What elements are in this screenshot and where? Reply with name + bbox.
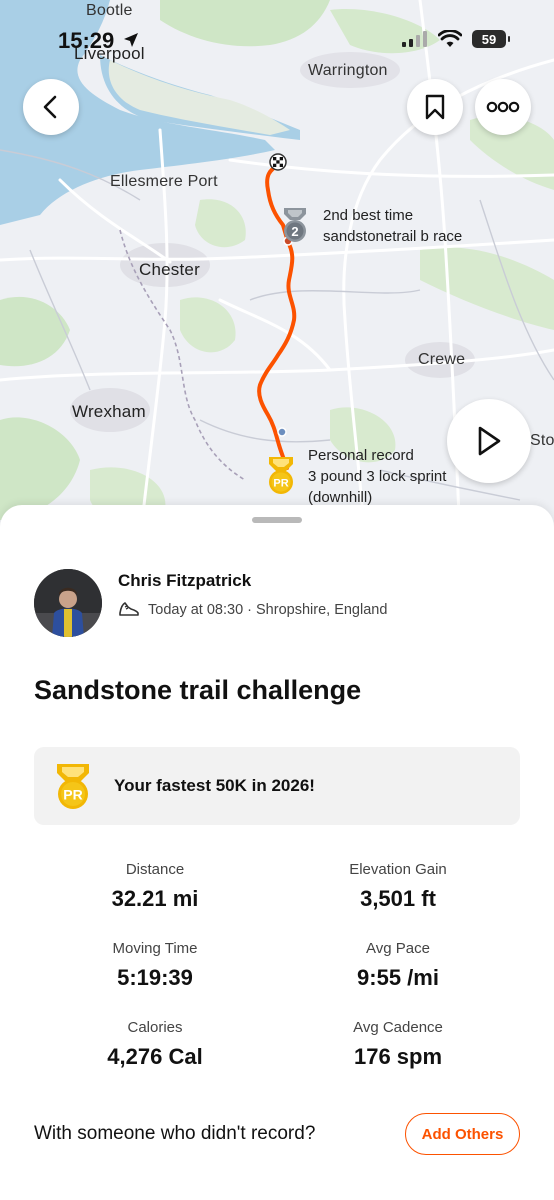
chevron-left-icon [43,95,57,119]
activity-meta: Today at 08:30 · Shropshire, England [118,601,387,619]
segment-rank-medal-icon[interactable]: 2 [279,206,311,244]
activity-title: Sandstone trail challenge [34,675,362,705]
pr-medal-icon: PR [57,764,89,809]
segment-pr-medal-icon[interactable]: PR [265,455,297,495]
stat-label: Distance [125,861,185,878]
wifi-icon [438,30,462,47]
segment-top-line2: sandstonetrail b race [323,228,463,245]
bookmark-button[interactable] [407,79,463,135]
run-shoe-icon [119,602,139,616]
segment-bottom-line2: 3 pound 3 lock sprint [308,468,447,485]
pr-achievement-text: Your fastest 50K in 2026! [114,776,315,795]
avatar-image [34,569,102,637]
stat-label: Avg Cadence [353,1019,443,1036]
stat-label: Avg Pace [366,940,430,957]
stat-value: 5:19:39 [117,965,193,990]
activity-meta-text: Today at 08:30 · Shropshire, England [148,602,388,618]
more-options-button[interactable] [475,79,531,135]
stat-label: Calories [127,1019,183,1036]
stat-value: 4,276 Cal [107,1044,203,1069]
route-map[interactable]: Bootle Liverpool Warrington Ellesmere Po… [0,0,554,540]
avatar[interactable] [34,569,102,637]
place-crewe: Crewe [418,351,466,368]
battery-icon: 59 [472,30,510,48]
place-chester: Chester [139,260,200,279]
segment-pr-text: PR [273,478,288,490]
status-time: 15:29 [58,28,140,54]
sheet-drag-handle[interactable] [252,517,302,523]
segment-top-label[interactable]: 2nd best time sandstonetrail b race [323,205,462,247]
location-arrow-icon [124,33,139,47]
pr-medal-text: PR [63,787,82,803]
segment-top-line1: 2nd best time [323,207,414,224]
place-warrington: Warrington [308,62,388,79]
status-indicators: 59 [402,30,510,48]
activity-sheet: Chris Fitzpatrick Today at 08:30 · Shrop… [0,505,554,1200]
segment-bottom-line1: Personal record [308,447,414,464]
back-button[interactable] [23,79,79,135]
stat-label: Moving Time [112,940,198,957]
segment-rank-number: 2 [291,224,298,239]
with-others-prompt: With someone who didn't record? [34,1123,316,1144]
stat-value: 9:55 /mi [357,965,439,990]
pr-achievement-banner[interactable]: PR Your fastest 50K in 2026! [34,747,520,825]
stat-calories: Calories 4,276 Cal [35,1019,275,1070]
segment-bottom-label[interactable]: Personal record 3 pound 3 lock sprint (d… [308,445,446,508]
athlete-name[interactable]: Chris Fitzpatrick [118,571,251,591]
stat-avg-pace: Avg Pace 9:55 /mi [278,940,518,991]
stat-value: 176 spm [353,1044,443,1069]
place-sto: Sto [530,432,554,449]
stat-avg-cadence: Avg Cadence 176 spm [278,1019,518,1070]
place-bootle: Bootle [86,2,133,19]
status-time-text: 15:29 [58,28,115,53]
stat-elevation-gain: Elevation Gain 3,501 ft [278,861,518,912]
bookmark-icon [425,94,445,120]
cellular-signal-icon [402,31,427,47]
play-icon [478,426,501,456]
place-wrexham: Wrexham [72,402,146,421]
stat-value: 3,501 ft [360,886,436,911]
stat-label: Elevation Gain [349,861,447,878]
stat-distance: Distance 32.21 mi [35,861,275,912]
place-ellesmere-port: Ellesmere Port [110,173,218,190]
stat-moving-time: Moving Time 5:19:39 [35,940,275,991]
more-dots-icon [486,101,520,113]
add-others-button[interactable]: Add Others [405,1113,520,1155]
battery-level: 59 [481,31,497,47]
play-flyover-button[interactable] [447,399,531,483]
stat-value: 32.21 mi [111,886,199,911]
